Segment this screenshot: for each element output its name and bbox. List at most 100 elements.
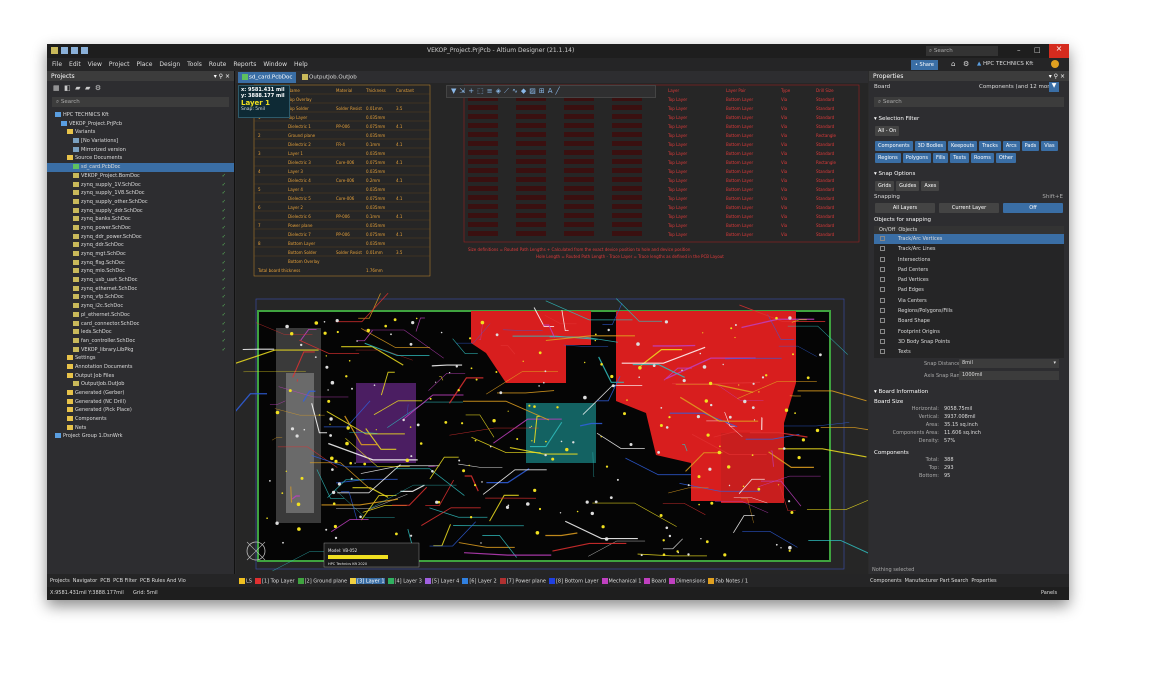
tree-item[interactable]: Variants [47,128,234,137]
undo-icon[interactable] [81,47,88,54]
layer-tab[interactable]: Mechanical 1 [601,577,641,584]
menu-item-view[interactable]: View [88,61,102,68]
tab-sd-card-pcbdoc[interactable]: sd_card.PcbDoc [238,72,297,83]
tree-item[interactable]: zynq_supply_1V8.SchDoc ✓ [47,189,234,198]
layer-tab[interactable]: [2] Ground plane [297,577,347,584]
tree-item[interactable]: Annotation Documents [47,363,234,372]
snap-object-row[interactable]: Board Shape [874,316,1064,326]
snap-object-row[interactable]: Track/Arc Lines [874,244,1064,254]
filter-icon[interactable]: ▼ [1049,82,1059,92]
tree-item[interactable]: zynq_mio.SchDoc ✓ [47,267,234,276]
right-panel-tab[interactable]: Components [870,578,902,584]
board-info-header[interactable]: ▾ Board Information [869,386,1069,398]
filter-fills-button[interactable]: Fills [933,153,949,163]
layer-tab[interactable]: Fab Notes / 1 [708,577,748,584]
open-icon[interactable] [71,47,78,54]
tree-item[interactable]: Project Group 1.DsnWrk [47,432,234,441]
checkbox[interactable] [880,308,885,314]
cross-icon[interactable]: + [468,87,477,95]
close-button[interactable]: × [1049,44,1069,58]
menu-item-reports[interactable]: Reports [233,61,256,68]
components-filter[interactable]: Components (and 12 more) [979,84,1055,90]
tree-item[interactable]: zynq_supply_ddr.SchDoc ✓ [47,207,234,216]
menu-item-tools[interactable]: Tools [187,61,202,68]
snap-guides-button[interactable]: Guides [896,181,920,191]
snap-object-row[interactable]: Track/Arc Vertices [874,234,1064,245]
panel-pin-icon[interactable]: ▾ ⚲ × [214,73,230,80]
account-name[interactable]: ▲ HPC TECHNICS Kft [977,61,1033,67]
align-icon[interactable]: ≡ [487,87,496,95]
checkbox[interactable] [880,338,885,344]
filter-keepouts-button[interactable]: Keepouts [948,141,978,151]
menu-item-edit[interactable]: Edit [69,61,81,68]
tree-item[interactable]: Generated (Gerber) [47,389,234,398]
layer-tab[interactable]: Dimensions [669,577,705,584]
settings-icon[interactable]: ⚙ [95,84,101,92]
tree-item[interactable]: zynq_supply_1V.SchDoc ✓ [47,181,234,190]
projects-search-input[interactable]: ⌕ Search [52,97,229,107]
checkbox[interactable] [880,349,885,355]
tree-item[interactable]: zynq_vfp.SchDoc ✓ [47,293,234,302]
snap-grids-button[interactable]: Grids [875,181,895,191]
snap-object-row[interactable]: Intersections [874,255,1064,265]
diff-pair-icon[interactable]: ∿ [512,87,521,95]
snap-object-row[interactable]: 3D Body Snap Points [874,337,1064,347]
snap-object-row[interactable]: Pad Centers [874,265,1064,275]
filter-pads-button[interactable]: Pads [1021,141,1040,151]
layer-tab[interactable]: [4] Layer 3 [387,577,422,584]
snap-object-row[interactable]: Pad Edges [874,285,1064,295]
filter-3d-bodies-button[interactable]: 3D Bodies [914,141,946,151]
layer-tab[interactable]: [5] Layer 4 [424,577,459,584]
layer-tab[interactable]: [7] Power plane [499,577,546,584]
panel-tab[interactable]: PCB Rules And Vio [140,578,186,584]
checkbox[interactable] [880,266,885,272]
snap-options-header[interactable]: ▾ Snap Options [869,168,1069,180]
filter-vias-button[interactable]: Vias [1041,141,1058,151]
pcb-editor[interactable]: sd_card.PcbDoc OutputJob.OutJob #NameMat… [236,71,868,574]
tree-item[interactable]: Generated (NC Drill) [47,398,234,407]
tree-item[interactable]: leds.SchDoc ✓ [47,328,234,337]
tree-item[interactable]: Mirrorized version [47,146,234,155]
menu-item-design[interactable]: Design [159,61,180,68]
snap-object-row[interactable]: Pad Vertices [874,275,1064,285]
tree-item[interactable]: pl_ethernet.SchDoc ✓ [47,311,234,320]
tab-outputjob[interactable]: OutputJob.OutJob [298,72,361,83]
move-icon[interactable]: ⇲ [459,87,468,95]
tree-item[interactable]: zynq_flsg.SchDoc ✓ [47,259,234,268]
minimize-button[interactable]: – [1017,46,1021,54]
checkbox[interactable] [880,328,885,334]
layer-tab[interactable]: [8] Bottom Layer [548,577,599,584]
filter-polygons-button[interactable]: Polygons [902,153,931,163]
snap-object-row[interactable]: Via Centers [874,296,1064,306]
tree-item[interactable]: zynq_power.SchDoc ✓ [47,224,234,233]
tree-item[interactable]: zynq_supply_other.SchDoc ✓ [47,198,234,207]
checkbox[interactable] [880,277,885,283]
tree-item[interactable]: zynq_ddr.SchDoc ✓ [47,241,234,250]
filter-other-button[interactable]: Other [995,153,1017,163]
panel-tab[interactable]: Projects [50,578,70,584]
gear-icon[interactable]: ⚙ [963,60,969,68]
snapping-mode-off[interactable]: Off [1003,203,1063,213]
tree-item[interactable]: HPC TECHNICS Kft [47,111,234,120]
tree-item[interactable]: zynq_ethernet.SchDoc ✓ [47,285,234,294]
checkbox[interactable] [880,236,885,241]
workspace-icon[interactable]: ▦ [53,84,60,92]
place-component-icon[interactable]: ◈ [496,87,504,95]
filter-regions-button[interactable]: Regions [875,153,901,163]
tree-item[interactable]: fan_controller.SchDoc ✓ [47,337,234,346]
route-icon[interactable]: ⟋ [504,87,512,95]
tree-item[interactable]: VEKOP_Project.PrjPcb [47,120,234,129]
layer-tab[interactable]: [6] Layer 2 [462,577,497,584]
all-on-button[interactable]: All - On [875,126,900,136]
line-icon[interactable]: ╱ [556,87,563,95]
tree-item[interactable]: Settings [47,354,234,363]
avatar[interactable] [1051,60,1059,68]
checkbox[interactable] [880,297,885,303]
tree-item[interactable]: zynq_ddr_power.SchDoc ✓ [47,233,234,242]
right-panel-tab[interactable]: Properties [971,578,996,584]
share-button[interactable]: • Share [911,60,938,70]
tree-item[interactable]: zynq_i2c.SchDoc ✓ [47,302,234,311]
layer-tab[interactable]: Board [644,577,666,584]
tree-item[interactable]: VEKOP_library.LibPkg ✓ [47,346,234,355]
filter-arcs-button[interactable]: Arcs [1002,141,1020,151]
